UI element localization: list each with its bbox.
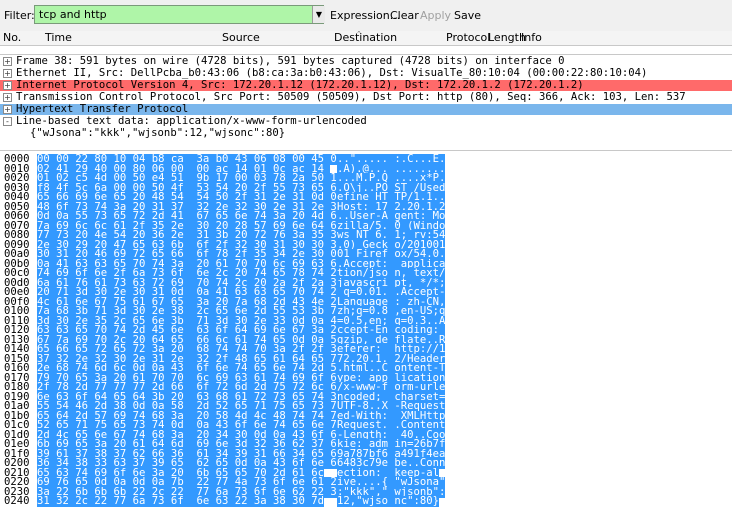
column-protocol[interactable]: Protocol [446,31,490,44]
expand-icon[interactable]: + [3,57,12,66]
byte-ascii[interactable]: 12,"wjso nc":80} [337,496,440,507]
sort-arrow-icon: ⌃ [356,30,362,38]
detail-row-json-body[interactable]: {"wJsona":"kkk","wjsonb":12,"wjsonc":80} [0,128,732,139]
clear-button[interactable]: Clear [390,9,419,22]
detail-text: Internet Protocol Version 4, Src: 172.20… [16,79,584,91]
byte-offset: 0240 [4,495,30,507]
detail-text: {"wJsona":"kkk","wjsonb":12,"wjsonc":80} [30,127,286,139]
column-time[interactable]: Time [45,31,72,44]
detail-row-text-data[interactable]: - Line-based text data: application/x-ww… [0,116,732,127]
apply-button[interactable]: Apply [420,9,451,22]
packet-list[interactable] [0,46,732,55]
detail-row-frame[interactable]: + Frame 38: 591 bytes on wire (4728 bits… [0,56,732,67]
filter-input[interactable] [34,5,324,24]
detail-text: Ethernet II, Src: DellPcba_b0:43:06 (b8:… [16,67,648,79]
detail-row-http[interactable]: + Hypertext Transfer Protocol [0,104,732,115]
column-destination[interactable]: Destination [334,31,397,44]
collapse-icon[interactable]: - [3,117,12,126]
column-no[interactable]: No. [3,31,21,44]
byte-hex[interactable]: 31 32 2c 22 77 6a 73 6f 6e 63 22 3a 38 3… [37,496,325,507]
column-source[interactable]: Source [222,31,260,44]
detail-text: Line-based text data: application/x-www-… [16,115,367,127]
detail-row-ip[interactable]: + Internet Protocol Version 4, Src: 172.… [0,80,732,91]
save-button[interactable]: Save [454,9,481,22]
detail-text: Transmission Control Protocol, Src Port:… [16,91,686,103]
expand-icon[interactable]: + [3,81,12,90]
expand-icon[interactable]: + [3,69,12,78]
detail-row-tcp[interactable]: + Transmission Control Protocol, Src Por… [0,92,732,103]
filter-toolbar: Filter: ▼ Expression... Clear Apply Save [0,0,732,32]
packet-list-header: No. Time Source Destination Protocol Len… [0,31,732,46]
expand-icon[interactable]: + [3,93,12,102]
expand-icon[interactable]: + [3,105,12,114]
packet-bytes-pane[interactable]: 0000 00 00 22 80 10 04 b8 ca 3a b0 43 06 … [0,150,732,509]
column-info[interactable]: Info [521,31,542,44]
filter-label: Filter: [4,9,35,22]
chevron-down-icon[interactable]: ▼ [312,6,325,23]
detail-row-ethernet[interactable]: + Ethernet II, Src: DellPcba_b0:43:06 (b… [0,68,732,79]
detail-text: Hypertext Transfer Protocol [16,103,189,115]
detail-text: Frame 38: 591 bytes on wire (4728 bits),… [16,55,565,67]
packet-details-pane: + Frame 38: 591 bytes on wire (4728 bits… [0,56,732,144]
